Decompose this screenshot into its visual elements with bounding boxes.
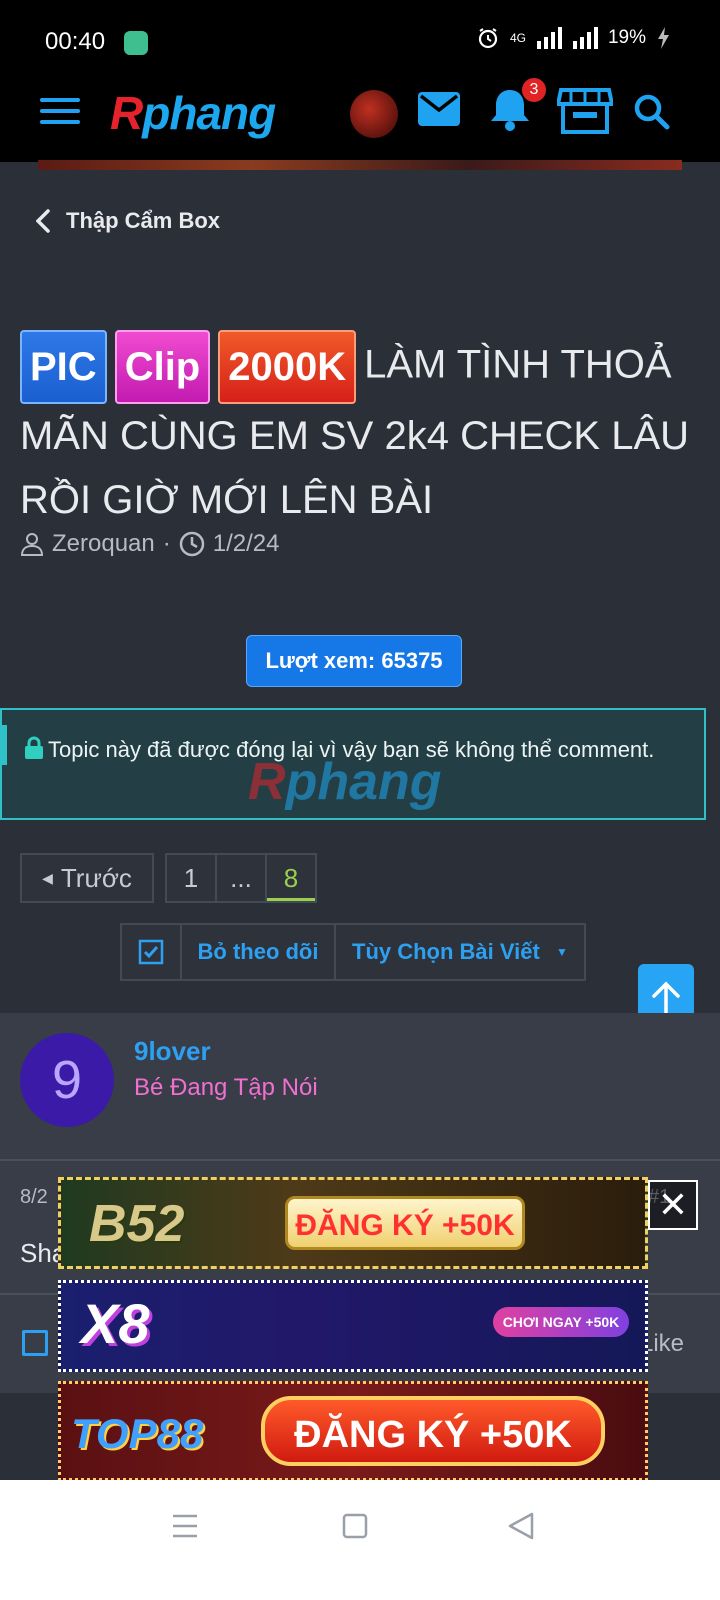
watermark-logo: Rphang: [248, 753, 442, 811]
notification-badge: 3: [522, 78, 546, 102]
lock-icon: [25, 736, 43, 759]
user-avatar[interactable]: [350, 90, 398, 138]
prev-label: Trước: [60, 863, 132, 893]
ad-cta: CHƠI NGAY +50K: [493, 1307, 629, 1337]
page-1-button[interactable]: 1: [167, 855, 217, 901]
signal-icon-2: [572, 27, 598, 49]
store-icon[interactable]: [557, 86, 613, 136]
prefix-pic[interactable]: PIC: [20, 330, 107, 404]
breadcrumb[interactable]: Thập Cẩm Box: [36, 208, 220, 234]
view-count-badge: Lượt xem: 65375: [246, 635, 462, 687]
ad-logo: B52: [89, 1195, 185, 1253]
system-navigation-bar: [0, 1480, 720, 1600]
ad-logo: X8: [81, 1292, 150, 1355]
ad-banner-top88[interactable]: TOP88 ĐĂNG KÝ +50K: [58, 1381, 648, 1481]
battery-charging-icon: [658, 27, 669, 49]
status-time: 00:40: [45, 28, 106, 55]
pagination-prev-button[interactable]: ◀ Trước: [20, 853, 154, 903]
ad-close-button[interactable]: ✕: [648, 1180, 698, 1230]
thread-meta: Zeroquan · 1/2/24: [20, 530, 279, 558]
recent-apps-icon[interactable]: [172, 1514, 198, 1538]
ad-cta: ĐĂNG KÝ +50K: [285, 1196, 525, 1250]
ad-logo: TOP88: [71, 1410, 204, 1457]
prefix-clip[interactable]: Clip: [114, 330, 211, 404]
app-screen: 00:40 4G 19% Rphang 3 Thập Cẩm Box PIC Cl…: [0, 0, 720, 1600]
alarm-icon: [478, 28, 498, 49]
menu-icon[interactable]: [40, 98, 80, 128]
post-username[interactable]: 9lover: [134, 1036, 211, 1067]
post-select-checkbox[interactable]: [22, 1330, 48, 1356]
ad-banner-b52[interactable]: B52 ĐĂNG KÝ +50K: [58, 1177, 648, 1269]
chevron-left-icon: [36, 209, 50, 233]
caret-left-icon: ◀: [42, 870, 53, 886]
signal-icon: [536, 27, 562, 49]
mail-icon[interactable]: [418, 92, 460, 126]
home-icon[interactable]: [342, 1513, 368, 1539]
network-label: 4G: [509, 31, 526, 45]
caret-down-icon: ▼: [555, 945, 568, 959]
notice-accent-bar: [0, 725, 7, 765]
site-logo[interactable]: Rphang: [110, 86, 276, 139]
phone-call-icon: [124, 31, 148, 55]
thread-author[interactable]: Zeroquan: [52, 530, 155, 558]
unwatch-button[interactable]: Bỏ theo dõi: [182, 925, 336, 979]
page-current-button[interactable]: 8: [267, 855, 315, 901]
thread-actions-bar: Bỏ theo dõi Tùy Chọn Bài Viết ▼: [120, 923, 586, 981]
user-icon: [20, 533, 44, 556]
thread-date[interactable]: 1/2/24: [213, 530, 280, 558]
meta-separator: ·: [162, 530, 171, 557]
thread-title: PIC Clip 2000K LÀM TÌNH THOẢ MÃN CÙNG EM SV…: [20, 330, 710, 532]
clock-icon: [179, 531, 204, 557]
back-icon[interactable]: [508, 1512, 534, 1540]
pagination-pages: 1 ... 8: [165, 853, 317, 903]
status-bar: 00:40 4G 19%: [0, 0, 720, 84]
status-icons: 4G 19%: [476, 26, 670, 50]
battery-percent: 19%: [607, 27, 646, 48]
post-date[interactable]: 8/2: [20, 1186, 48, 1209]
ad-cta: ĐĂNG KÝ +50K: [261, 1396, 605, 1466]
select-checkbox[interactable]: [122, 925, 182, 979]
ad-banner-x8[interactable]: X8 CHƠI NGAY +50K: [58, 1280, 648, 1372]
thread-options-label: Tùy Chọn Bài Viết: [352, 939, 540, 964]
prefix-2000k[interactable]: 2000K: [218, 330, 357, 404]
search-icon[interactable]: [634, 94, 670, 130]
post-user-title: Bé Đang Tập Nói: [134, 1074, 318, 1101]
breadcrumb-label: Thập Cẩm Box: [66, 208, 221, 233]
avatar[interactable]: 9: [20, 1033, 114, 1127]
thread-options-dropdown[interactable]: Tùy Chọn Bài Viết ▼: [336, 925, 584, 979]
header-banner-strip: [38, 160, 682, 170]
checkbox-checked-icon: [138, 939, 164, 965]
page-ellipsis-button[interactable]: ...: [217, 855, 267, 901]
